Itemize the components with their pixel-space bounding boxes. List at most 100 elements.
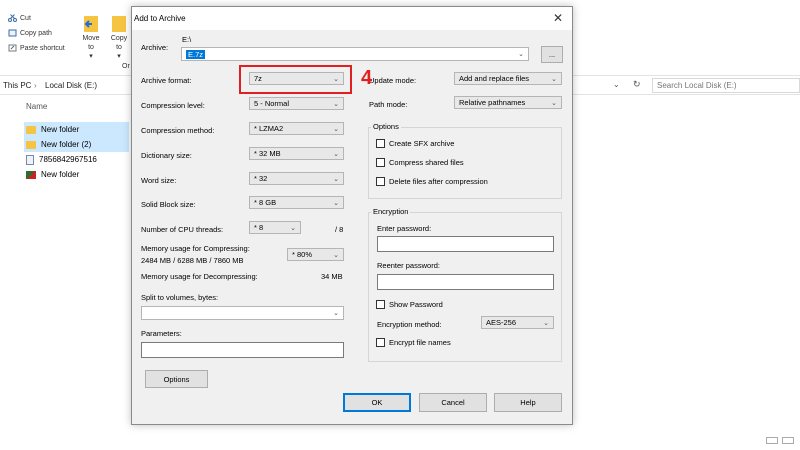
compression-level-label: Compression level: [141,101,205,110]
show-password-checkbox[interactable]: Show Password [376,300,443,309]
word-size-select[interactable]: * 32 ⌄ [249,172,344,185]
chevron-down-icon: ⌄ [333,150,339,158]
create-sfx-label: Create SFX archive [389,139,455,148]
encryption-method-select[interactable]: AES-256 ⌄ [481,316,554,329]
address-separator: › [34,81,37,90]
scissors-icon [8,14,17,22]
delete-after-checkbox[interactable]: Delete files after compression [376,177,488,186]
options-group-title: Options [371,122,401,131]
parameters-input[interactable] [141,342,344,358]
list-item[interactable]: New folder (2) [24,137,129,152]
folder-icon [26,140,36,149]
update-mode-label: Update mode: [369,76,417,85]
password-input[interactable] [377,236,554,252]
update-mode-value: Add and replace files [459,74,530,83]
memory-compress-select[interactable]: * 80% ⌄ [287,248,344,261]
list-item[interactable]: New folder [24,122,129,137]
path-mode-select[interactable]: Relative pathnames ⌄ [454,96,562,109]
copy-to-label: Copy to [110,35,128,51]
checkbox-box [376,338,385,347]
refresh-icon[interactable]: ↻ [633,79,641,90]
enter-password-label: Enter password: [377,224,432,233]
help-button[interactable]: Help [494,393,562,412]
compress-shared-label: Compress shared files [389,158,464,167]
move-to-icon [82,14,100,34]
solid-block-size-label: Solid Block size: [141,200,196,209]
solid-block-size-value: * 8 GB [254,198,277,207]
compression-method-label: Compression method: [141,126,215,135]
dictionary-size-label: Dictionary size: [141,151,192,160]
dialog-titlebar[interactable]: Add to Archive ✕ [132,7,572,30]
cut-button[interactable]: Cut [8,14,31,22]
options-button[interactable]: Options [145,370,208,388]
path-mode-value: Relative pathnames [459,98,526,107]
encrypt-names-label: Encrypt file names [389,338,451,347]
column-header-name[interactable]: Name [26,102,47,111]
address-drive[interactable]: Local Disk (E:) [45,81,97,90]
memory-decompress-label: Memory usage for Decompressing: [141,272,258,281]
chevron-down-icon: ⌄ [333,100,339,108]
encrypt-names-checkbox[interactable]: Encrypt file names [376,338,451,347]
chevron-down-icon: ⌄ [333,251,339,259]
file-list: New folder New folder (2) 7856842967516 … [24,122,129,182]
thumbnail-view-icon[interactable] [782,437,794,444]
address-dropdown-icon[interactable]: ⌄ [613,80,620,89]
compression-method-select[interactable]: * LZMA2 ⌄ [249,122,344,135]
word-size-label: Word size: [141,176,177,185]
cpu-threads-label: Number of CPU threads: [141,225,224,234]
encryption-method-value: AES-256 [486,318,517,327]
file-name: New folder [41,170,80,179]
move-to-label: Move to [82,35,100,51]
encryption-method-label: Encryption method: [377,320,442,329]
word-size-value: * 32 [254,174,268,183]
list-item[interactable]: 7856842967516 [24,152,129,167]
chevron-down-icon[interactable]: ⌄ [518,50,524,58]
copy-to-button[interactable]: Copy to ▾ [108,14,130,61]
archive-folder: E:\ [182,35,192,44]
address-this-pc[interactable]: This PC [3,81,31,90]
dictionary-size-value: * 32 MB [254,149,281,158]
archive-name-field[interactable]: E.7z ⌄ [181,47,529,61]
list-item[interactable]: New folder [24,167,129,182]
details-view-icon[interactable] [766,437,778,444]
paste-shortcut-label: Paste shortcut [20,44,65,52]
cpu-threads-select[interactable]: * 8 ⌄ [249,221,301,234]
memory-compress-label: Memory usage for Compressing: [141,244,250,253]
chevron-down-icon: ⌄ [551,99,557,107]
image-icon [26,170,36,179]
chevron-down-icon: ⌄ [551,75,557,83]
encryption-group-title: Encryption [371,207,411,216]
chevron-down-icon: ⌄ [543,319,549,327]
compression-level-select[interactable]: 5 - Normal ⌄ [249,97,344,110]
ok-button[interactable]: OK [343,393,411,412]
cancel-button[interactable]: Cancel [419,393,487,412]
copy-path-icon [8,29,17,37]
delete-after-label: Delete files after compression [389,177,488,186]
move-to-button[interactable]: Move to ▾ [80,14,102,61]
reenter-password-input[interactable] [377,274,554,290]
close-icon[interactable]: ✕ [553,11,563,25]
split-volumes-combo[interactable]: ⌄ [141,306,344,320]
parameters-label: Parameters: [141,329,182,338]
move-to-arrow: ▾ [89,53,93,60]
memory-compress-value: * 80% [292,250,313,259]
compress-shared-checkbox[interactable]: Compress shared files [376,158,464,167]
solid-block-size-select[interactable]: * 8 GB ⌄ [249,196,344,209]
highlight-box [239,65,352,94]
checkbox-box [376,177,385,186]
paste-shortcut-button[interactable]: Paste shortcut [8,44,65,52]
file-name: New folder (2) [41,140,92,149]
search-input[interactable]: Search Local Disk (E:) [652,78,800,93]
checkbox-box [376,300,385,309]
update-mode-select[interactable]: Add and replace files ⌄ [454,72,562,85]
dialog-title: Add to Archive [134,14,186,23]
create-sfx-checkbox[interactable]: Create SFX archive [376,139,454,148]
folder-icon [26,125,36,134]
memory-compress-detail: 2484 MB / 6288 MB / 7860 MB [141,256,244,265]
browse-button[interactable]: ... [541,46,563,63]
dictionary-size-select[interactable]: * 32 MB ⌄ [249,147,344,160]
cpu-threads-max: / 8 [335,225,344,234]
archive-name-value: E.7z [186,49,206,59]
copy-path-button[interactable]: Copy path [8,29,52,37]
add-to-archive-dialog: Add to Archive ✕ Archive: E:\ E.7z ⌄ ...… [131,6,573,425]
